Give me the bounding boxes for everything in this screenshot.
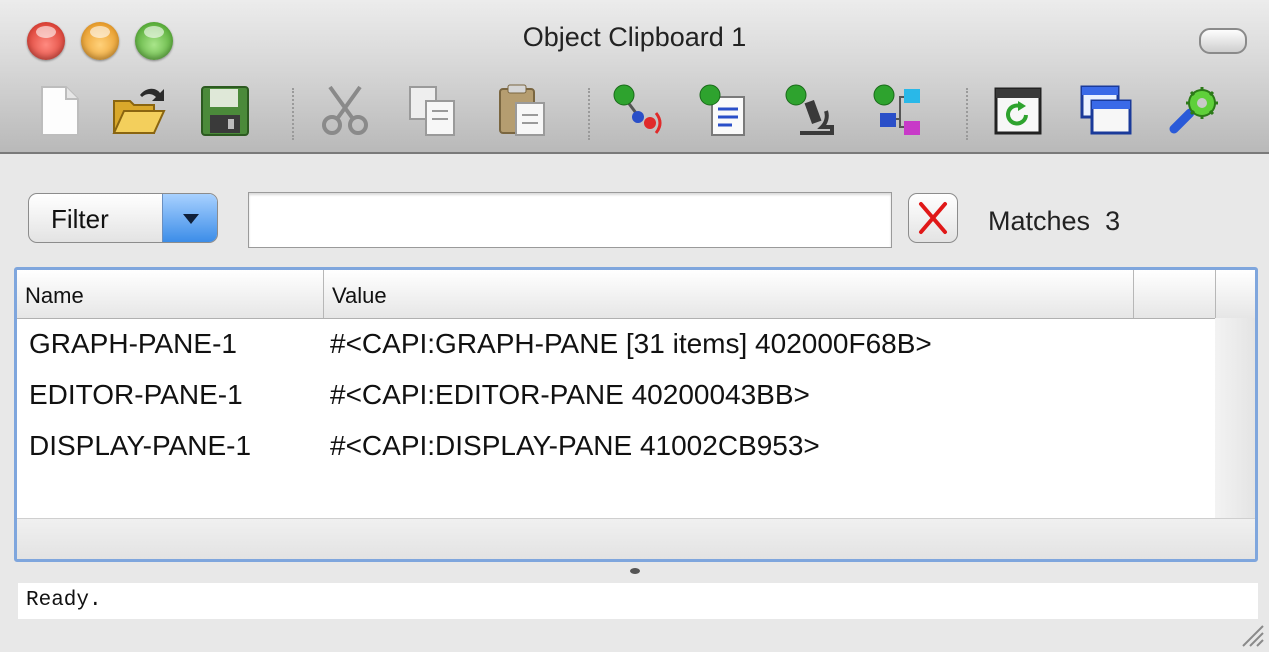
status-text: Ready. (26, 589, 102, 612)
title-toolbar-area: Object Clipboard 1 (0, 0, 1269, 154)
results-table[interactable]: Name Value GRAPH-PANE-1 #<CAPI:GRAPH-PAN… (14, 267, 1258, 562)
cell-value: #<CAPI:EDITOR-PANE 40200043BB> (330, 379, 810, 410)
chevron-down-icon (162, 194, 217, 242)
horizontal-scrollbar[interactable] (17, 518, 1255, 559)
clear-filter-button[interactable] (908, 193, 958, 243)
matches-count: Matches 3 (988, 206, 1120, 237)
vertical-scrollbar[interactable] (1215, 318, 1255, 518)
copy-icon[interactable] (404, 83, 460, 139)
cell-name: DISPLAY-PANE-1 (29, 430, 252, 461)
inspect-microscope-icon[interactable] (782, 83, 838, 139)
new-document-icon[interactable] (32, 83, 88, 139)
cell-value: #<CAPI:DISPLAY-PANE 41002CB953> (330, 430, 820, 461)
inspect-broadcast-icon[interactable] (610, 83, 666, 139)
table-row[interactable]: DISPLAY-PANE-1 #<CAPI:DISPLAY-PANE 41002… (17, 420, 1215, 470)
preferences-icon[interactable] (1166, 83, 1222, 139)
toolbar-separator (966, 88, 968, 140)
toolbar-separator (292, 88, 294, 140)
cell-name: GRAPH-PANE-1 (29, 328, 237, 359)
toolbar-toggle-button[interactable] (1199, 28, 1247, 54)
matches-label: Matches (988, 206, 1091, 236)
filter-input[interactable] (248, 192, 892, 248)
column-header-name[interactable]: Name (17, 270, 324, 318)
matches-number: 3 (1105, 206, 1121, 236)
window-title: Object Clipboard 1 (522, 22, 747, 52)
filter-dropdown[interactable]: Filter (28, 193, 218, 243)
new-window-icon[interactable] (1078, 83, 1134, 139)
close-icon (919, 202, 947, 234)
cell-value: #<CAPI:GRAPH-PANE [31 items] 402000F68B> (330, 328, 932, 359)
save-icon[interactable] (196, 83, 252, 139)
table-row[interactable]: GRAPH-PANE-1 #<CAPI:GRAPH-PANE [31 items… (17, 318, 1215, 368)
column-header-value[interactable]: Value (324, 270, 1134, 318)
open-folder-icon[interactable] (110, 83, 166, 139)
cell-name: EDITOR-PANE-1 (29, 379, 243, 410)
column-header-corner (1216, 270, 1256, 318)
resize-grip-icon[interactable] (1239, 622, 1265, 648)
paste-icon[interactable] (494, 83, 550, 139)
status-bar: Ready. (18, 583, 1258, 619)
table-body: GRAPH-PANE-1 #<CAPI:GRAPH-PANE [31 items… (17, 318, 1215, 518)
column-header-empty (1134, 270, 1216, 318)
refresh-window-icon[interactable] (990, 83, 1046, 139)
table-header: Name Value (17, 270, 1255, 319)
filter-dropdown-label: Filter (51, 204, 109, 234)
table-row[interactable]: EDITOR-PANE-1 #<CAPI:EDITOR-PANE 4020004… (17, 369, 1215, 419)
object-clipboard-window: Object Clipboard 1 Filter Matches 3 Name… (0, 0, 1269, 652)
inspect-document-icon[interactable] (696, 83, 752, 139)
inspect-graph-icon[interactable] (870, 83, 926, 139)
pane-splitter-handle[interactable] (630, 568, 640, 574)
toolbar-separator (588, 88, 590, 140)
cut-icon[interactable] (318, 83, 374, 139)
